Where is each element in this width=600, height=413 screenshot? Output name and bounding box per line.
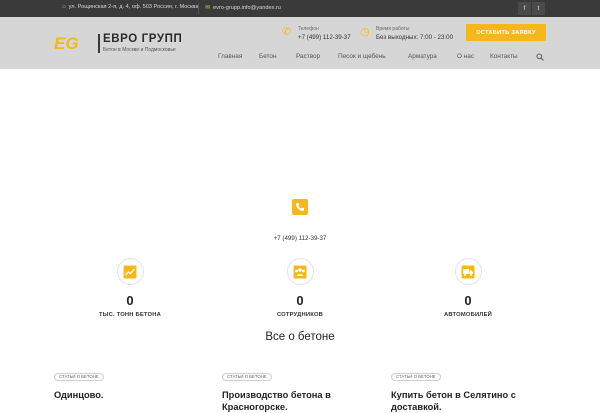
nav-item-about[interactable]: О нас — [457, 53, 474, 60]
hours-value: Без выходных: 7:00 - 23:00 — [376, 34, 454, 41]
article-tag[interactable]: Статьи о бетоне — [391, 373, 441, 381]
site-header: EG ЕВРО ГРУПП Бетон в Москве и Подмосков… — [0, 17, 600, 69]
site-logo[interactable]: EG ЕВРО ГРУПП Бетон в Москве и Подмосков… — [54, 33, 188, 55]
section-title: Все о бетоне — [265, 331, 335, 343]
stat-icon-circle — [286, 258, 314, 285]
stat-label: СОТРУДНИКОВ — [276, 312, 324, 318]
chart-icon — [123, 265, 137, 278]
stat-vehicles: 0 АВТОМОБИЛЕЙ — [398, 258, 538, 318]
article-tag[interactable]: Статьи о бетоне — [222, 373, 272, 381]
envelope-icon: ✉ — [205, 5, 211, 11]
hours-label: Время работы — [376, 26, 410, 32]
stat-value: 0 — [464, 293, 472, 308]
search-icon[interactable] — [536, 53, 544, 61]
address-text: ул. Рощинская 2-я, д. 4, оф. 503 Россия,… — [68, 4, 199, 10]
nav-item-mortar[interactable]: Раствор — [296, 53, 320, 60]
phone-label: Телефон — [298, 26, 319, 32]
facebook-icon[interactable]: f — [518, 2, 531, 15]
phone-glyph-icon — [296, 203, 304, 211]
phone-value[interactable]: +7 (499) 112-39-37 — [298, 34, 351, 41]
stat-concrete: 0 ТЫС. ТОНН БЕТОНА — [60, 258, 200, 318]
svg-text:EG: EG — [54, 35, 79, 51]
article-card[interactable]: Статьи о бетоне Купить бетон в Селятино … — [391, 365, 541, 413]
article-card[interactable]: Статьи о бетоне Производство бетона в Кр… — [222, 365, 372, 413]
logo-name: ЕВРО ГРУПП — [103, 33, 183, 45]
article-title[interactable]: Одинцово. — [54, 389, 204, 401]
stat-icon-circle — [116, 258, 144, 285]
nav-item-home[interactable]: Главная — [218, 53, 242, 60]
request-button[interactable]: Оставить заявку — [466, 24, 546, 41]
article-title[interactable]: Производство бетона в Красногорске. — [222, 389, 372, 413]
article-tag[interactable]: Статьи о бетоне — [54, 373, 104, 381]
stat-label: ТЫС. ТОНН БЕТОНА — [98, 312, 162, 318]
logo-divider — [98, 34, 100, 53]
top-bar: ⌂ ул. Рощинская 2-я, д. 4, оф. 503 Росси… — [0, 0, 600, 17]
nav-item-rebar[interactable]: Арматура — [408, 53, 437, 60]
stat-label: АВТОМОБИЛЕЙ — [443, 312, 493, 318]
stat-employees: 0 СОТРУДНИКОВ — [230, 258, 370, 318]
phone-icon: ✆ — [282, 26, 292, 38]
address-info: ⌂ ул. Рощинская 2-я, д. 4, оф. 503 Росси… — [62, 4, 199, 10]
phone-contact[interactable]: ✆ Телефон +7 (499) 112-39-37 — [282, 26, 351, 41]
nav-item-concrete[interactable]: Бетон — [259, 53, 276, 60]
team-icon — [293, 265, 307, 278]
home-icon: ⌂ — [62, 4, 66, 10]
hours-contact: ◷ Время работы Без выходных: 7:00 - 23:0… — [360, 26, 453, 41]
stat-value: 0 — [126, 293, 134, 308]
stat-icon-circle — [454, 258, 482, 285]
email-info[interactable]: ✉ evro-grupp.info@yandex.ru — [205, 4, 281, 12]
article-card[interactable]: Статьи о бетоне Одинцово. — [54, 365, 204, 401]
clock-icon: ◷ — [360, 26, 370, 38]
phone-number[interactable]: +7 (499) 112-39-37 — [250, 235, 350, 242]
main-nav: Главная Бетон Раствор Песок и щебень Арм… — [0, 53, 600, 65]
email-link[interactable]: evro-grupp.info@yandex.ru — [213, 5, 281, 11]
article-title[interactable]: Купить бетон в Селятино с доставкой. — [391, 389, 541, 413]
stat-value: 0 — [296, 293, 304, 308]
phone-icon — [292, 199, 308, 215]
nav-item-contacts[interactable]: Контакты — [490, 53, 518, 60]
twitter-icon[interactable]: t — [532, 2, 545, 15]
logo-mark-icon: EG — [54, 35, 79, 51]
truck-icon — [461, 265, 475, 278]
nav-item-sand-gravel[interactable]: Песок и щебень — [338, 53, 386, 60]
topbar-divider — [198, 3, 199, 14]
